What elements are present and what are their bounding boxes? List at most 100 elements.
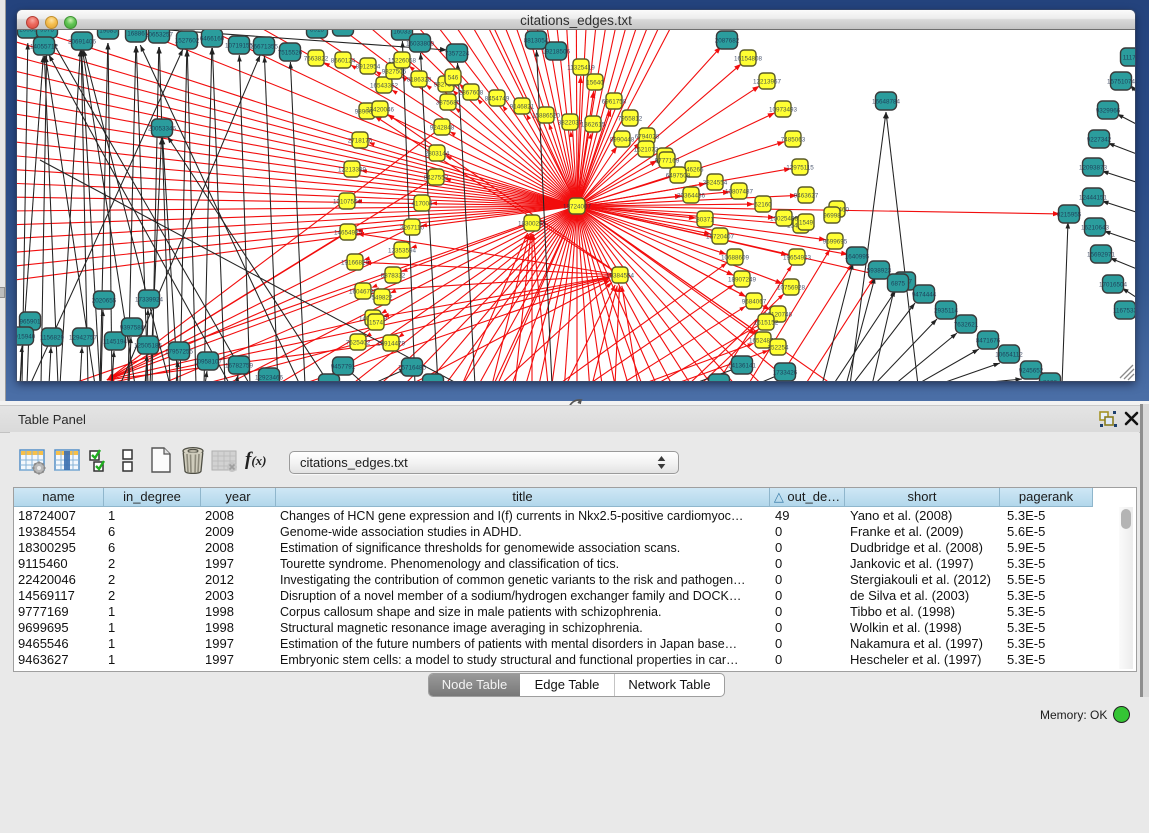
svg-text:19166829: 19166829 — [341, 259, 370, 266]
svg-text:6794028: 6794028 — [635, 133, 660, 140]
svg-text:12444151: 12444151 — [1079, 194, 1108, 201]
svg-text:8813054: 8813054 — [524, 37, 549, 44]
svg-text:1621072: 1621072 — [634, 146, 659, 153]
svg-text:9777169: 9777169 — [655, 157, 680, 164]
svg-text:9397588: 9397588 — [120, 324, 145, 331]
svg-text:20691406: 20691406 — [68, 38, 97, 45]
svg-text:8215955: 8215955 — [1057, 211, 1082, 218]
svg-text:1527602: 1527602 — [175, 37, 200, 44]
svg-text:12942757: 12942757 — [69, 334, 98, 341]
svg-text:7485063: 7485063 — [781, 136, 806, 143]
svg-text:20364436: 20364436 — [677, 192, 706, 199]
svg-text:18724007: 18724007 — [563, 203, 592, 210]
svg-text:16914479: 16914479 — [377, 340, 406, 347]
svg-text:6875: 6875 — [891, 280, 906, 287]
svg-text:10654112: 10654112 — [995, 351, 1023, 358]
svg-text:2935114: 2935114 — [934, 307, 959, 314]
svg-text:18300295: 18300295 — [518, 220, 547, 227]
svg-text:10807487: 10807487 — [725, 188, 754, 195]
svg-text:1167533: 1167533 — [1113, 307, 1135, 314]
svg-text:9457791: 9457791 — [331, 363, 356, 370]
svg-text:7625402: 7625402 — [346, 339, 371, 346]
svg-text:19685: 19685 — [99, 30, 117, 34]
svg-text:11174: 11174 — [1123, 54, 1135, 61]
svg-text:961: 961 — [714, 380, 725, 381]
svg-text:17339924: 17339924 — [135, 296, 164, 303]
svg-text:10973493: 10973493 — [769, 106, 798, 113]
svg-text:15886520: 15886520 — [532, 112, 561, 119]
svg-text:12093873: 12093873 — [1079, 164, 1108, 171]
svg-text:9463627: 9463627 — [794, 192, 819, 199]
svg-text:9327505: 9327505 — [382, 68, 407, 75]
svg-text:96998: 96998 — [823, 212, 841, 219]
svg-text:9245652: 9245652 — [1019, 367, 1044, 374]
svg-text:11325419: 11325419 — [567, 64, 595, 71]
svg-text:2087682: 2087682 — [715, 37, 740, 44]
svg-text:10025488: 10025488 — [770, 215, 799, 222]
svg-text:8613: 8613 — [322, 380, 337, 381]
svg-text:1640995: 1640995 — [845, 253, 870, 260]
svg-text:1145194: 1145194 — [103, 338, 128, 345]
svg-text:15692971: 15692971 — [1087, 251, 1116, 258]
svg-text:1362615: 1362615 — [581, 121, 606, 128]
svg-text:8186328: 8186328 — [407, 76, 432, 83]
svg-text:9699695: 9699695 — [823, 238, 848, 245]
svg-text:7416: 7416 — [336, 30, 351, 31]
svg-text:2867608: 2867608 — [459, 89, 484, 96]
svg-text:8912954: 8912954 — [356, 63, 381, 70]
svg-text:10756928: 10756928 — [777, 284, 806, 291]
svg-text:2020655: 2020655 — [92, 297, 117, 304]
svg-text:8913: 8913 — [310, 30, 325, 33]
svg-text:8454749: 8454749 — [485, 95, 510, 102]
svg-text:9973: 9973 — [40, 30, 55, 33]
svg-text:12213389: 12213389 — [338, 166, 367, 173]
svg-text:8427552: 8427552 — [424, 174, 449, 181]
svg-text:10688609: 10688609 — [721, 254, 750, 261]
svg-text:1156829: 1156829 — [40, 334, 65, 341]
svg-text:15640: 15640 — [586, 79, 604, 86]
svg-text:15716485: 15716485 — [398, 364, 427, 371]
svg-text:3267110: 3267110 — [400, 224, 425, 231]
svg-text:16671355: 16671355 — [250, 43, 279, 50]
svg-text:7357224: 7357224 — [445, 50, 470, 57]
svg-text:7632621: 7632621 — [954, 321, 979, 328]
svg-text:80371: 80371 — [696, 216, 714, 223]
svg-text:10958107: 10958107 — [194, 358, 223, 365]
svg-text:1549: 1549 — [799, 219, 814, 226]
svg-text:9474444: 9474444 — [912, 291, 937, 298]
svg-text:20053346: 20053346 — [148, 125, 177, 132]
svg-text:19654923: 19654923 — [783, 254, 812, 261]
svg-text:12213967: 12213967 — [753, 78, 782, 85]
svg-text:240: 240 — [428, 380, 439, 381]
svg-text:19218506: 19218506 — [542, 48, 571, 55]
svg-text:7515526: 7515526 — [278, 49, 303, 56]
svg-text:2803144: 2803144 — [425, 150, 450, 157]
svg-text:15751074: 15751074 — [1107, 78, 1135, 85]
svg-text:12505185: 12505185 — [134, 342, 163, 349]
svg-text:546: 546 — [448, 74, 459, 81]
svg-text:16210643: 16210643 — [1081, 224, 1110, 231]
svg-text:19384554: 19384554 — [606, 272, 635, 279]
svg-text:16033: 16033 — [393, 30, 411, 35]
svg-text:2718176: 2718176 — [348, 137, 373, 144]
svg-text:3915940: 3915940 — [17, 333, 36, 340]
svg-text:20060: 20060 — [19, 30, 37, 33]
svg-text:15226058: 15226058 — [388, 57, 417, 64]
svg-text:6497508: 6497508 — [666, 172, 691, 179]
svg-text:1574: 1574 — [369, 319, 384, 326]
svg-text:62160: 62160 — [754, 201, 772, 208]
svg-text:14136141: 14136141 — [728, 362, 757, 369]
svg-text:10107554: 10107554 — [333, 198, 362, 205]
svg-text:16648784: 16648784 — [872, 98, 901, 105]
svg-text:16154808: 16154808 — [734, 55, 763, 62]
svg-text:16886: 16886 — [127, 30, 145, 37]
svg-text:14055712: 14055712 — [30, 43, 59, 50]
svg-text:10653257: 10653257 — [145, 31, 174, 38]
svg-text:8660124: 8660124 — [331, 57, 356, 64]
svg-text:965901: 965901 — [19, 318, 41, 325]
svg-text:9146821: 9146821 — [510, 103, 535, 110]
svg-text:1733426: 1733426 — [773, 369, 798, 376]
svg-text:1615152: 1615152 — [754, 319, 779, 326]
svg-text:3824554: 3824554 — [703, 179, 728, 186]
svg-text:5938923: 5938923 — [867, 267, 892, 274]
